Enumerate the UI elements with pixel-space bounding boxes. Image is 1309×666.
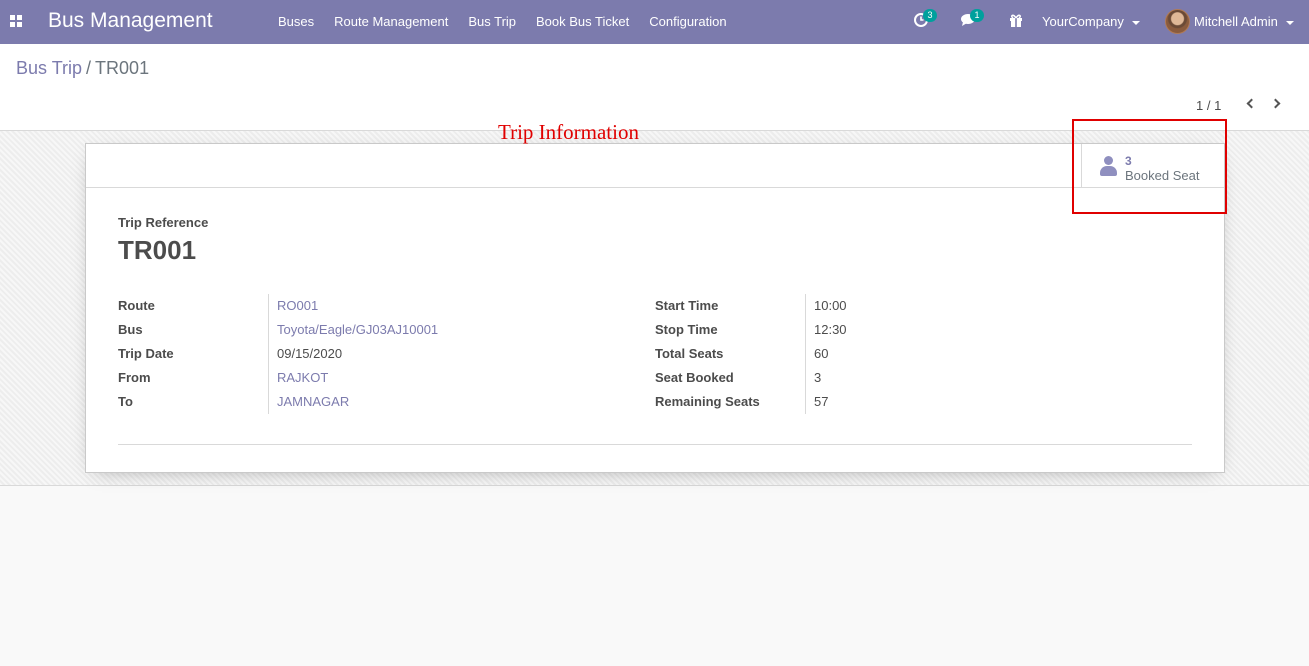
field-row-route: Route RO001 xyxy=(118,294,618,318)
chevron-down-icon xyxy=(1285,20,1294,25)
company-name: YourCompany xyxy=(1042,14,1124,29)
chat-bubble-icon[interactable]: 1 xyxy=(960,9,984,30)
top-navbar: Bus Management Buses Route Management Bu… xyxy=(0,0,1309,44)
gift-icon[interactable] xyxy=(1008,12,1026,30)
from-label: From xyxy=(118,370,151,385)
field-row-seat-booked: Seat Booked 3 xyxy=(655,366,1155,390)
bus-value-link[interactable]: Toyota/Eagle/GJ03AJ10001 xyxy=(277,322,438,337)
user-menu[interactable]: Mitchell Admin xyxy=(1194,0,1294,44)
seat-booked-value: 3 xyxy=(814,370,822,385)
field-row-to: To JAMNAGAR xyxy=(118,390,618,414)
pager-next-button[interactable] xyxy=(1270,96,1286,112)
trip-reference-label: Trip Reference xyxy=(118,215,209,230)
bus-label: Bus xyxy=(118,322,143,337)
messages-count-badge: 1 xyxy=(970,9,984,22)
trip-reference-value: TR001 xyxy=(118,235,197,265)
breadcrumb-separator: / xyxy=(86,58,92,78)
menu-item-book-bus-ticket[interactable]: Book Bus Ticket xyxy=(526,0,639,44)
control-panel: Bus Trip / TR001 1 / 1 xyxy=(0,44,1309,131)
form-sheet: 3 Booked Seat Trip Reference TR001 Route… xyxy=(85,143,1225,473)
stop-time-value: 12:30 xyxy=(814,322,847,337)
button-box: 3 Booked Seat xyxy=(86,144,1224,188)
form-separator xyxy=(118,444,1192,445)
start-time-label: Start Time xyxy=(655,298,719,313)
remaining-seats-label: Remaining Seats xyxy=(655,394,760,409)
field-row-trip-date: Trip Date 09/15/2020 xyxy=(118,342,618,366)
stop-time-label: Stop Time xyxy=(655,322,718,337)
left-group-divider xyxy=(268,294,269,414)
seat-booked-label: Seat Booked xyxy=(655,370,734,385)
activity-count-badge: 3 xyxy=(923,9,937,22)
user-avatar[interactable] xyxy=(1165,9,1190,34)
field-row-remaining-seats: Remaining Seats 57 xyxy=(655,390,1155,414)
field-row-bus: Bus Toyota/Eagle/GJ03AJ10001 xyxy=(118,318,618,342)
to-value-link[interactable]: JAMNAGAR xyxy=(277,394,349,409)
breadcrumb-parent[interactable]: Bus Trip xyxy=(16,58,82,78)
field-row-stop-time: Stop Time 12:30 xyxy=(655,318,1155,342)
chevron-right-icon xyxy=(1270,98,1281,109)
right-field-group: Start Time 10:00 Stop Time 12:30 Total S… xyxy=(655,294,1155,414)
pager-value[interactable]: 1 / 1 xyxy=(1196,98,1221,113)
trip-date-label: Trip Date xyxy=(118,346,174,361)
activity-clock-icon[interactable]: 3 xyxy=(913,9,937,30)
annotation-title: Trip Information xyxy=(498,120,639,144)
menu-item-buses[interactable]: Buses xyxy=(268,0,324,44)
field-row-from: From RAJKOT xyxy=(118,366,618,390)
to-label: To xyxy=(118,394,133,409)
apps-menu-icon[interactable] xyxy=(10,15,22,27)
company-switcher[interactable]: YourCompany xyxy=(1042,0,1140,44)
field-row-start-time: Start Time 10:00 xyxy=(655,294,1155,318)
chevron-down-icon xyxy=(1131,20,1140,25)
trip-date-value: 09/15/2020 xyxy=(277,346,343,361)
breadcrumb-current: TR001 xyxy=(95,58,150,78)
total-seats-value: 60 xyxy=(814,346,829,361)
from-value-link[interactable]: RAJKOT xyxy=(277,370,328,385)
menu-item-bus-trip[interactable]: Bus Trip xyxy=(458,0,526,44)
breadcrumb: Bus Trip / TR001 xyxy=(16,58,149,79)
right-group-divider xyxy=(805,294,806,414)
field-row-total-seats: Total Seats 60 xyxy=(655,342,1155,366)
start-time-value: 10:00 xyxy=(814,298,847,313)
route-label: Route xyxy=(118,298,155,313)
menu-item-route-management[interactable]: Route Management xyxy=(324,0,458,44)
app-name[interactable]: Bus Management xyxy=(48,9,213,33)
route-value-link[interactable]: RO001 xyxy=(277,298,318,313)
main-menu: Buses Route Management Bus Trip Book Bus… xyxy=(268,0,737,44)
menu-item-configuration[interactable]: Configuration xyxy=(639,0,736,44)
pager-previous-button[interactable] xyxy=(1242,96,1258,112)
total-seats-label: Total Seats xyxy=(655,346,724,361)
chevron-left-icon xyxy=(1246,98,1257,109)
user-name: Mitchell Admin xyxy=(1194,14,1278,29)
remaining-seats-value: 57 xyxy=(814,394,829,409)
annotation-highlight-box xyxy=(1072,119,1227,214)
left-field-group: Route RO001 Bus Toyota/Eagle/GJ03AJ10001… xyxy=(118,294,618,414)
